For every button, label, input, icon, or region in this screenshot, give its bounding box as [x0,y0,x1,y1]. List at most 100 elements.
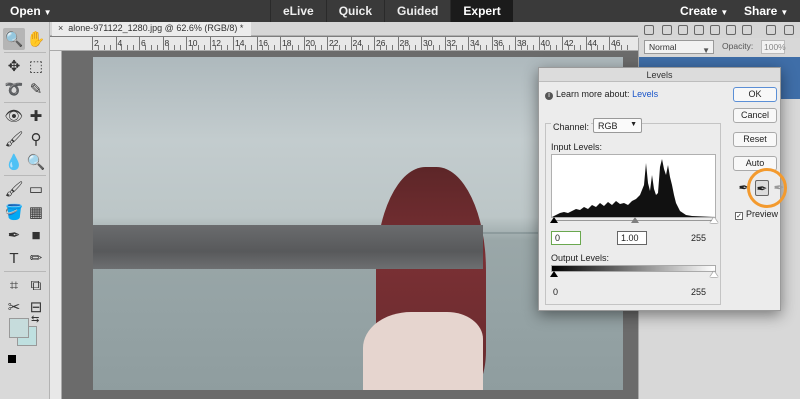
shirt-shape [363,312,483,390]
channel-select[interactable]: RGB ▼ [593,118,642,133]
trash-icon[interactable] [766,25,776,35]
shape-icon[interactable]: ■ [25,224,47,246]
ruler-tick [379,45,381,50]
create-menu[interactable]: Create ▼ [680,4,728,18]
type-icon[interactable]: T [3,247,25,269]
adjustment-layer-icon[interactable] [694,25,704,35]
content-move-icon[interactable]: ✂ [3,296,25,318]
mode-elive[interactable]: eLive [270,0,326,22]
mode-switcher: eLive Quick Guided Expert [270,0,513,22]
ruler-tick [221,45,223,50]
output-black-slider[interactable] [550,271,558,277]
new-layer-icon[interactable] [662,25,672,35]
opacity-field[interactable]: 100% [761,40,786,54]
cancel-button[interactable]: Cancel [733,108,777,123]
chevron-down-icon: ▼ [720,8,729,17]
ruler-tick [567,45,569,50]
ruler-tick [609,37,610,50]
preview-option[interactable]: ✓ Preview [735,209,778,220]
default-colors-icon[interactable] [8,355,16,363]
ruler-tick [268,45,270,50]
ruler-tick [426,45,428,50]
mode-guided[interactable]: Guided [384,0,450,22]
sponge-icon[interactable]: 🔍 [25,151,47,173]
ruler-tick [591,45,593,50]
panel-options-icon[interactable] [784,25,794,35]
ruler-tick [444,37,446,50]
reset-button[interactable]: Reset [733,132,777,147]
red-eye-icon[interactable]: 👁 [3,105,25,127]
foreground-color-swatch[interactable] [9,318,29,338]
panel-menu-icon[interactable] [644,25,654,35]
ruler-tick [368,45,370,50]
document-tab-title: alone-971122_1280.jpg @ 62.6% (RGB/8) * [68,23,244,33]
ruler-tick [256,37,258,50]
move-icon[interactable]: ✥ [3,55,25,77]
mask-icon[interactable] [710,25,720,35]
paint-bucket-icon[interactable]: 🪣 [3,201,25,223]
new-group-icon[interactable] [678,25,688,35]
ruler-tick [438,45,440,50]
input-white-value[interactable]: 255 [691,233,706,243]
ruler-tick [274,45,276,50]
mode-quick[interactable]: Quick [325,0,384,22]
ruler-tick [432,45,434,50]
blend-mode-value: Normal [649,42,677,52]
ruler-tick [374,37,375,50]
tool-divider [4,52,46,53]
marquee-icon[interactable]: ⬚ [25,55,47,77]
tool-divider [4,102,46,103]
blur-icon[interactable]: 💧 [3,151,25,173]
smart-brush-icon[interactable]: 🖌 [3,128,25,150]
ruler-tick [332,45,334,50]
hand-icon[interactable]: ✋ [25,28,47,50]
output-white-slider[interactable] [710,271,718,277]
input-black-field[interactable]: 0 [551,231,581,245]
ruler-tick [544,45,546,50]
lasso-icon[interactable]: ➰ [3,78,25,100]
levels-help-link[interactable]: Levels [632,89,658,99]
mode-expert[interactable]: Expert [450,0,513,22]
crop-icon[interactable]: ⌗ [3,274,25,296]
input-white-slider[interactable] [710,217,718,223]
clone-stamp-icon[interactable]: ⚲ [25,128,47,150]
open-menu-label: Open [10,4,41,18]
panel-header [638,22,800,38]
document-tab[interactable]: × alone-971122_1280.jpg @ 62.6% (RGB/8) * [52,22,252,36]
ruler-tick [191,45,193,50]
swap-colors-icon[interactable]: ⇆ [31,314,39,325]
brush-icon[interactable]: 🖌 [3,178,25,200]
gradient-icon[interactable]: ▦ [25,201,47,223]
ruler-tick [356,45,358,50]
eyedropper-icon[interactable]: ✒ [3,224,25,246]
lock-icon[interactable] [726,25,736,35]
input-gamma-slider[interactable] [631,217,639,223]
ruler-tick [121,45,123,50]
output-white-value[interactable]: 255 [691,287,706,297]
input-black-slider[interactable] [550,217,558,223]
recompose-icon[interactable]: ⧉ [25,274,47,296]
annotation-circle [747,168,787,208]
ruler-tick [262,45,264,50]
input-gamma-field[interactable]: 1.00 [617,231,647,245]
preview-checkbox[interactable]: ✓ [735,212,743,220]
horizontal-ruler: 2 4 6 8 10 12 14 16 18 20 22 24 26 28 30 32 34 36 38 40 42 44… [50,37,638,51]
ruler-tick [562,37,563,50]
open-menu[interactable]: Open ▼ [10,4,52,18]
ok-button[interactable]: OK [733,87,777,102]
ruler-tick [585,37,587,50]
pencil-icon[interactable]: ✏ [25,247,47,269]
spot-healing-icon[interactable]: ✚ [25,105,47,127]
blend-mode-select[interactable]: Normal ▼ [644,40,714,55]
ruler-tick [397,37,399,50]
quick-selection-icon[interactable]: ✎ [25,78,47,100]
lock-all-icon[interactable] [742,25,752,35]
input-levels-label: Input Levels: [551,142,603,152]
eraser-icon[interactable]: ▭ [25,178,47,200]
share-menu[interactable]: Share ▼ [744,4,788,18]
output-black-value[interactable]: 0 [553,287,558,297]
close-icon[interactable]: × [58,23,63,33]
ruler-tick [391,45,393,50]
ruler-tick [215,45,217,50]
zoom-icon[interactable]: 🔍 [3,28,25,50]
